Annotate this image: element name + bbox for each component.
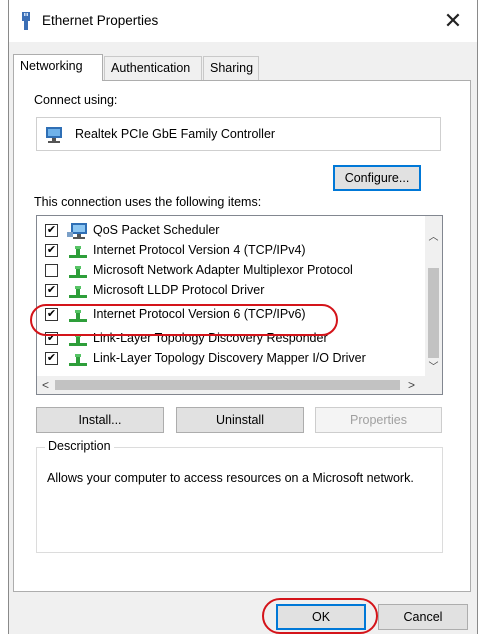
description-group: Description Allows your computer to acce… (36, 439, 443, 553)
list-item[interactable]: ✔ Internet Protocol Version 4 (TCP/IPv4) (37, 241, 422, 260)
list-item[interactable]: ✔ Link-Layer Topology Discovery Responde… (37, 329, 422, 348)
horizontal-scroll-thumb[interactable] (55, 380, 400, 390)
item-label: Internet Protocol Version 6 (TCP/IPv6) (93, 307, 306, 321)
ethernet-plug-icon (22, 12, 30, 30)
protocol-icon (69, 266, 87, 278)
adapter-name: Realtek PCIe GbE Family Controller (75, 127, 276, 141)
adapter-field: Realtek PCIe GbE Family Controller (36, 117, 441, 151)
tab-strip: Networking Authentication Sharing (9, 54, 477, 81)
item-label: Link-Layer Topology Discovery Mapper I/O… (93, 351, 366, 365)
item-label: Internet Protocol Version 4 (TCP/IPv4) (93, 243, 306, 257)
list-item[interactable]: ✔ Internet Protocol Version 6 (TCP/IPv6) (37, 305, 422, 324)
close-icon: ✕ (443, 8, 463, 33)
close-button[interactable]: ✕ (435, 4, 471, 38)
item-checkbox[interactable]: ✔ (45, 308, 58, 321)
tab-sharing[interactable]: Sharing (203, 56, 259, 80)
item-checkbox[interactable] (45, 264, 58, 277)
item-label: QoS Packet Scheduler (93, 223, 220, 237)
scroll-up-icon[interactable]: ︿ (425, 228, 442, 243)
description-legend: Description (45, 439, 114, 453)
scroll-left-icon[interactable]: < (37, 378, 54, 392)
horizontal-scrollbar[interactable]: < > (37, 376, 442, 394)
protocol-icon (69, 334, 87, 346)
protocol-icon (69, 354, 87, 366)
item-label: Link-Layer Topology Discovery Responder (93, 331, 328, 345)
configure-button[interactable]: Configure... (333, 165, 421, 191)
item-label: Microsoft Network Adapter Multiplexor Pr… (93, 263, 353, 277)
list-item[interactable]: ✔ Link-Layer Topology Discovery Mapper I… (37, 349, 422, 368)
title-bar[interactable]: Ethernet Properties ✕ (9, 0, 477, 42)
tab-authentication[interactable]: Authentication (104, 56, 202, 80)
ok-button[interactable]: OK (276, 604, 366, 630)
tab-networking[interactable]: Networking (13, 54, 103, 81)
item-checkbox[interactable]: ✔ (45, 224, 58, 237)
description-text: Allows your computer to access resources… (47, 471, 414, 485)
vertical-scroll-thumb[interactable] (428, 268, 439, 358)
cancel-button[interactable]: Cancel (378, 604, 468, 630)
list-item[interactable]: ✔ Microsoft LLDP Protocol Driver (37, 281, 422, 300)
networking-panel: Connect using: Realtek PCIe GbE Family C… (13, 80, 471, 592)
network-adapter-icon (46, 127, 62, 143)
item-checkbox[interactable]: ✔ (45, 332, 58, 345)
item-label: Microsoft LLDP Protocol Driver (93, 283, 265, 297)
scroll-right-icon[interactable]: > (403, 378, 420, 392)
items-label: This connection uses the following items… (34, 195, 262, 209)
item-checkbox[interactable]: ✔ (45, 352, 58, 365)
monitor-network-icon (67, 223, 87, 239)
connect-using-label: Connect using: (34, 93, 118, 107)
item-checkbox[interactable]: ✔ (45, 284, 58, 297)
item-checkbox[interactable]: ✔ (45, 244, 58, 257)
install-button[interactable]: Install... (36, 407, 164, 433)
properties-button[interactable]: Properties (315, 407, 442, 433)
ethernet-properties-dialog: Ethernet Properties ✕ Networking Authent… (8, 0, 478, 634)
uninstall-button[interactable]: Uninstall (176, 407, 304, 433)
scroll-down-icon[interactable]: ﹀ (425, 358, 442, 373)
list-item[interactable]: Microsoft Network Adapter Multiplexor Pr… (37, 261, 422, 280)
list-item[interactable]: ✔ QoS Packet Scheduler (37, 221, 422, 240)
vertical-scrollbar[interactable]: ︿ ﹀ (425, 216, 442, 377)
window-title: Ethernet Properties (42, 13, 159, 28)
protocol-icon (69, 310, 87, 322)
items-list[interactable]: ✔ QoS Packet Scheduler ✔ Internet Protoc… (36, 215, 443, 395)
protocol-icon (69, 246, 87, 258)
protocol-icon (69, 286, 87, 298)
